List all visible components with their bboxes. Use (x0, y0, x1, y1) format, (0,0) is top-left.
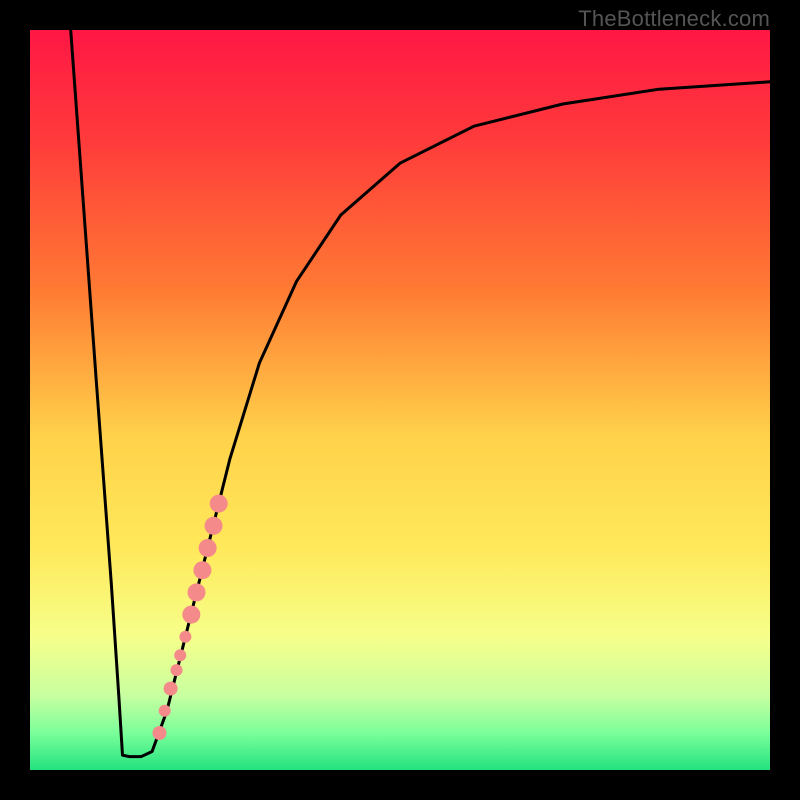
highlight-dot (153, 726, 167, 740)
highlight-dot (174, 649, 186, 661)
chart-svg (30, 30, 770, 770)
highlight-dot (188, 583, 206, 601)
watermark-text: TheBottleneck.com (578, 6, 770, 32)
highlight-dot (179, 631, 191, 643)
gradient-background (30, 30, 770, 770)
highlight-dot (199, 539, 217, 557)
chart-frame: TheBottleneck.com (0, 0, 800, 800)
highlight-dot (171, 664, 183, 676)
highlight-dot (159, 705, 171, 717)
highlight-dot (193, 561, 211, 579)
highlight-dot (210, 495, 228, 513)
highlight-dot (164, 682, 178, 696)
highlight-dot (205, 517, 223, 535)
plot-area (30, 30, 770, 770)
highlight-dot (182, 606, 200, 624)
